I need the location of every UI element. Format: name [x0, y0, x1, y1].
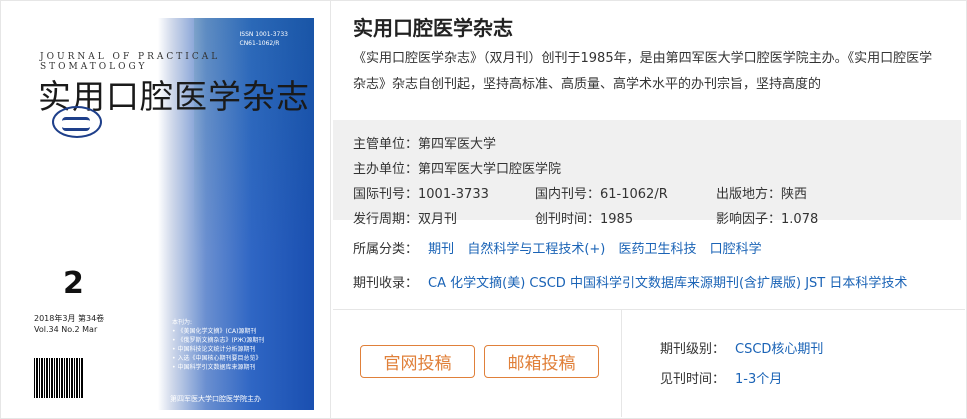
- category-link-natural-science[interactable]: 自然科学与工程技术(+): [467, 242, 605, 257]
- cover-index-item: • 《美国化学文摘》(CA)源期刊: [172, 328, 257, 335]
- impact-label: 影响因子：: [716, 212, 782, 227]
- cycle-value: 双月刊: [418, 212, 458, 227]
- sponsor-label: 主办单位：: [353, 162, 419, 177]
- barcode-icon: [34, 358, 84, 398]
- founded-value: 1985: [600, 212, 634, 227]
- cover-date-line1: 2018年3月 第34卷: [34, 314, 105, 323]
- cn-label: 国内刊号：: [535, 187, 601, 202]
- place-value: 陕西: [781, 187, 808, 202]
- journal-title: 实用口腔医学杂志: [353, 16, 513, 40]
- publish-time-value: 1-3个月: [735, 372, 783, 387]
- category-row: 所属分类： 期刊 自然科学与工程技术(+) 医药卫生科技 口腔科学: [353, 238, 771, 257]
- category-label: 所属分类：: [353, 242, 419, 257]
- issn-label: 国际刊号：: [353, 187, 419, 202]
- issn-value: 1001-3733: [418, 187, 489, 202]
- founded-label: 创刊时间：: [535, 212, 601, 227]
- category-link-stomatology[interactable]: 口腔科学: [710, 242, 762, 257]
- issn-row: 国际刊号：1001-3733: [353, 183, 489, 202]
- cover-date: 2018年3月 第34卷 Vol.34 No.2 Mar: [34, 313, 104, 335]
- cover-index-item: • 入选《中国核心期刊要目总览》: [172, 355, 262, 362]
- supervisor-label: 主管单位：: [353, 137, 419, 152]
- divider-vertical: [621, 309, 622, 417]
- place-label: 出版地方：: [716, 187, 782, 202]
- cover-index-item: • 《俄罗斯文摘杂志》(PЖ)源期刊: [172, 337, 265, 344]
- journal-description: 《实用口腔医学杂志》（双月刊）创刊于1985年，是由第四军医大学口腔医学院主办。…: [353, 51, 933, 92]
- cn-value: 61-1062/R: [600, 187, 668, 202]
- level-value[interactable]: CSCD核心期刊: [735, 342, 823, 357]
- cover-date-line2: Vol.34 No.2 Mar: [34, 325, 98, 334]
- cover-issn: ISSN 1001-3733 CN61-1062/R: [240, 30, 289, 48]
- journal-logo-icon: [52, 106, 102, 138]
- sponsor-value: 第四军医大学口腔医学院: [418, 162, 562, 177]
- cycle-row: 发行周期：双月刊: [353, 208, 457, 227]
- email-submit-button[interactable]: 邮箱投稿: [484, 345, 599, 378]
- indexing-value[interactable]: CA 化学文摘(美) CSCD 中国科学引文数据库来源期刊(含扩展版) JST …: [428, 276, 907, 291]
- publish-time-row: 见刊时间： 1-3个月: [660, 368, 782, 387]
- founded-row: 创刊时间：1985: [535, 208, 633, 227]
- cover-issn-text: ISSN 1001-3733: [239, 31, 289, 38]
- cover-index-list: 本刊为: • 《美国化学文摘》(CA)源期刊 • 《俄罗斯文摘杂志》(PЖ)源期…: [172, 318, 264, 372]
- cycle-label: 发行周期：: [353, 212, 419, 227]
- indexing-label: 期刊收录：: [353, 276, 419, 291]
- cover-index-item: 本刊为:: [172, 319, 193, 326]
- cover-index-item: • 中国科学引文数据库来源期刊: [172, 364, 256, 371]
- sponsor-row: 主办单位：第四军医大学口腔医学院: [353, 158, 561, 177]
- indexing-row: 期刊收录： CA 化学文摘(美) CSCD 中国科学引文数据库来源期刊(含扩展版)…: [353, 272, 943, 291]
- impact-row: 影响因子：1.078: [716, 208, 818, 227]
- category-link-medicine[interactable]: 医药卫生科技: [619, 242, 697, 257]
- category-link-journal[interactable]: 期刊: [428, 242, 454, 257]
- cover-issue-number: 2: [63, 266, 84, 301]
- cover-publisher: 第四军医大学口腔医学院主办: [170, 395, 261, 403]
- place-row: 出版地方：陕西: [716, 183, 807, 202]
- journal-cover-image[interactable]: ISSN 1001-3733 CN61-1062/R JOURNAL OF PR…: [30, 18, 314, 410]
- cover-index-item: • 中国科技论文统计分析源期刊: [172, 346, 256, 353]
- cover-english-title: JOURNAL OF PRACTICAL STOMATOLOGY: [40, 52, 221, 72]
- impact-value: 1.078: [781, 212, 819, 227]
- level-row: 期刊级别： CSCD核心期刊: [660, 338, 823, 357]
- publish-time-label: 见刊时间：: [660, 372, 726, 387]
- divider-horizontal: [333, 309, 965, 310]
- cover-cn-text: CN61-1062/R: [239, 40, 280, 47]
- cn-row: 国内刊号：61-1062/R: [535, 183, 668, 202]
- level-label: 期刊级别：: [660, 342, 726, 357]
- supervisor-value: 第四军医大学: [418, 137, 497, 152]
- supervisor-row: 主管单位：第四军医大学: [353, 133, 496, 152]
- official-submit-button[interactable]: 官网投稿: [360, 345, 475, 378]
